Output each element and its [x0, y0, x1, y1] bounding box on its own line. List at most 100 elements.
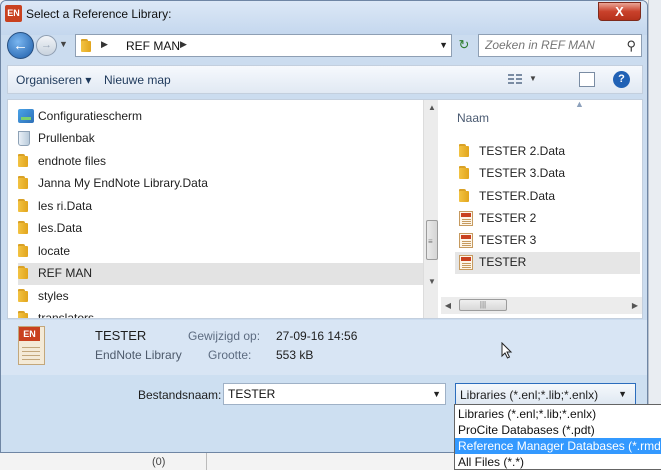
navigation-bar: ← → ▼ ▶ REF MAN ▶ ▼ ↻ ⚲	[1, 31, 647, 61]
endnote-app-icon: EN	[5, 5, 22, 22]
column-header-label: Naam	[457, 111, 490, 125]
control-panel-icon	[18, 109, 34, 123]
sidebar-item-label: styles	[38, 289, 69, 303]
chevron-right-icon[interactable]: ▶	[180, 39, 187, 50]
search-input[interactable]	[485, 38, 615, 52]
scroll-right-icon[interactable]: ▶	[628, 297, 642, 314]
back-button[interactable]: ←	[7, 32, 34, 59]
chevron-down-icon: ▼	[618, 389, 627, 399]
folder-icon	[18, 289, 32, 302]
file-item-tester-data[interactable]: TESTER.Data	[455, 186, 640, 208]
background-status-text: (0)	[152, 456, 166, 468]
scrollbar-thumb[interactable]: |||	[459, 299, 507, 311]
refresh-button[interactable]: ↻	[453, 34, 475, 57]
folder-icon	[18, 244, 32, 257]
mouse-cursor-icon	[501, 342, 513, 359]
file-item-label: TESTER.Data	[479, 189, 556, 203]
folder-icon	[81, 39, 95, 52]
sidebar-item-label: les.Data	[38, 221, 83, 235]
endnote-library-large-icon: EN	[18, 326, 45, 365]
endnote-badge: EN	[19, 327, 40, 341]
file-item-tester-2-data[interactable]: TESTER 2.Data	[455, 141, 640, 163]
navigation-pane: Configuratiescherm Prullenbak endnote fi…	[8, 100, 438, 318]
new-folder-button[interactable]: Nieuwe map	[104, 73, 171, 87]
browser-content: Configuratiescherm Prullenbak endnote fi…	[7, 99, 643, 319]
search-box[interactable]: ⚲	[478, 34, 642, 57]
navigation-scrollbar[interactable]: ▲ ≡ ▼	[423, 100, 438, 318]
sidebar-item-les-ri-data[interactable]: les ri.Data	[18, 196, 423, 218]
filename-combobox[interactable]: ▼	[223, 383, 446, 405]
folder-icon	[18, 199, 32, 212]
sidebar-item-configuratiescherm[interactable]: Configuratiescherm	[18, 106, 423, 128]
sidebar-item-label: REF MAN	[38, 266, 92, 280]
chevron-right-icon[interactable]: ▶	[101, 39, 108, 50]
column-header-name[interactable]: Naam ▲	[441, 99, 642, 132]
scroll-up-icon[interactable]: ▲	[424, 100, 438, 116]
background-divider	[206, 453, 207, 470]
file-item-label: TESTER 3.Data	[479, 166, 566, 180]
folder-icon	[18, 154, 32, 167]
chevron-down-icon[interactable]: ▼	[432, 389, 441, 399]
close-button[interactable]: X	[598, 2, 641, 21]
sidebar-item-label: Prullenbak	[38, 131, 95, 145]
details-size-label: Grootte:	[208, 348, 252, 362]
change-view-icon[interactable]: ▼	[508, 72, 538, 88]
folder-icon	[18, 221, 32, 234]
endnote-library-icon	[459, 233, 473, 248]
file-item-tester-3-data[interactable]: TESTER 3.Data	[455, 163, 640, 185]
details-modified-label: Gewijzigd op:	[188, 329, 261, 343]
folder-icon	[459, 189, 473, 202]
dropdown-option-libraries[interactable]: Libraries (*.enl;*.lib;*.enlx)	[455, 406, 661, 422]
file-type-select[interactable]: Libraries (*.enl;*.lib;*.enlx) ▼	[455, 383, 636, 405]
folder-icon	[459, 166, 473, 179]
sidebar-item-ref-man[interactable]: REF MAN	[18, 263, 423, 285]
address-bar[interactable]: ▶ REF MAN ▶ ▼	[75, 34, 452, 57]
command-bar: Organiseren ▾ Nieuwe map ▼ ?	[7, 65, 643, 94]
file-item-tester[interactable]: TESTER	[455, 252, 640, 274]
address-dropdown-icon[interactable]: ▼	[439, 40, 448, 50]
sidebar-item-label: les ri.Data	[38, 199, 93, 213]
sidebar-item-les-data[interactable]: les.Data	[18, 218, 423, 240]
details-pane: EN TESTER EndNote Library Gewijzigd op: …	[1, 320, 647, 375]
sidebar-item-label: translators	[38, 311, 95, 318]
dropdown-option-procite[interactable]: ProCite Databases (*.pdt)	[455, 422, 661, 438]
dropdown-option-reference-manager[interactable]: Reference Manager Databases (*.rmd	[455, 438, 661, 454]
endnote-library-icon	[459, 255, 473, 270]
organize-menu[interactable]: Organiseren ▾	[16, 73, 91, 87]
file-type-dropdown-list: Libraries (*.enl;*.lib;*.enlx) ProCite D…	[454, 404, 661, 470]
sidebar-item-janna-library-data[interactable]: Janna My EndNote Library.Data	[18, 173, 423, 195]
title-bar: EN Select a Reference Library: X	[1, 1, 647, 35]
scroll-down-icon[interactable]: ▼	[424, 274, 438, 290]
folder-icon	[18, 311, 32, 318]
sidebar-item-prullenbak[interactable]: Prullenbak	[18, 128, 423, 150]
recycle-bin-icon	[18, 131, 30, 146]
endnote-library-icon	[459, 211, 473, 226]
breadcrumb-ref-man[interactable]: REF MAN	[126, 39, 180, 53]
help-icon[interactable]: ?	[613, 71, 630, 88]
sidebar-item-label: locate	[38, 244, 71, 258]
sidebar-item-label: endnote files	[38, 154, 107, 168]
folder-icon	[459, 144, 473, 157]
file-item-label: TESTER	[479, 255, 527, 269]
file-item-label: TESTER 2	[479, 211, 537, 225]
folder-icon	[18, 176, 32, 189]
details-file-type: EndNote Library	[95, 348, 182, 362]
forward-button[interactable]: →	[36, 35, 57, 56]
file-item-tester-2[interactable]: TESTER 2	[455, 208, 640, 230]
sidebar-item-endnote-files[interactable]: endnote files	[18, 151, 423, 173]
filename-input[interactable]	[228, 387, 423, 401]
filename-label: Bestandsnaam:	[138, 388, 222, 402]
file-list: Naam ▲ TESTER 2.Data TESTER 3.Data TESTE…	[441, 99, 642, 318]
scroll-left-icon[interactable]: ◀	[441, 297, 455, 314]
sidebar-item-translators[interactable]: translators	[18, 308, 423, 318]
file-type-selected-label: Libraries (*.enl;*.lib;*.enlx)	[460, 388, 599, 402]
sidebar-item-styles[interactable]: styles	[18, 286, 423, 308]
search-icon[interactable]: ⚲	[626, 38, 636, 54]
preview-pane-icon[interactable]	[579, 72, 595, 87]
dropdown-option-all-files[interactable]: All Files (*.*)	[455, 454, 661, 469]
file-list-horizontal-scrollbar[interactable]: ◀ ||| ▶	[441, 297, 642, 314]
dialog-title: Select a Reference Library:	[26, 7, 172, 21]
sidebar-item-locate[interactable]: locate	[18, 241, 423, 263]
file-item-tester-3[interactable]: TESTER 3	[455, 230, 640, 252]
recent-locations-dropdown[interactable]: ▼	[59, 39, 68, 49]
